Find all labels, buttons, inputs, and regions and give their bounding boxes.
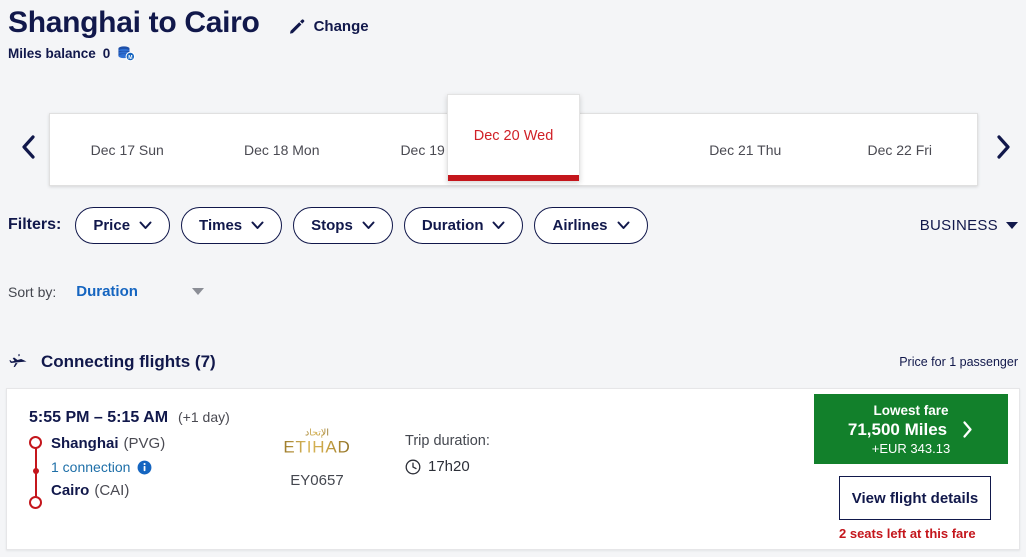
destination-row: Cairo (CAI) (51, 479, 289, 502)
chevron-right-icon (963, 421, 972, 438)
miles-balance-row: Miles balance 0 M (8, 45, 1018, 62)
connection-row: 1 connection (51, 455, 289, 479)
svg-text:M: M (129, 55, 133, 61)
cabin-class-label: BUSINESS (919, 216, 998, 234)
lowest-fare-button[interactable]: Lowest fare 71,500 Miles +EUR 343.13 (814, 394, 1008, 464)
change-label: Change (313, 18, 369, 35)
filter-price-label: Price (93, 216, 131, 234)
date-tab-selected-label: Dec 20 Wed (473, 128, 554, 144)
page-title: Shanghai to Cairo (8, 6, 260, 39)
chevron-down-icon (492, 221, 505, 229)
price-passenger-note: Price for 1 passenger (899, 355, 1018, 369)
filter-duration-button[interactable]: Duration (403, 206, 524, 244)
sort-by-value[interactable]: Duration (76, 283, 138, 300)
filter-price-button[interactable]: Price (75, 206, 171, 244)
filter-times-label: Times (199, 216, 243, 234)
coins-icon: M (118, 46, 136, 62)
fare-miles-row: 71,500 Miles (848, 420, 974, 440)
connection-marker-icon (32, 468, 39, 474)
connecting-flights-header: Connecting flights (7) Price for 1 passe… (8, 352, 1018, 372)
clock-icon (405, 459, 421, 474)
flight-times-row: 5:55 PM – 5:15 AM (+1 day) (29, 409, 289, 427)
filter-airlines-button[interactable]: Airlines (534, 206, 648, 244)
filter-airlines-label: Airlines (552, 216, 608, 234)
date-tab-0[interactable]: Dec 17 Sun (50, 114, 205, 185)
filter-times-button[interactable]: Times (181, 206, 283, 244)
route-row: Shanghai to Cairo Change (8, 6, 1018, 40)
filters-label: Filters: (8, 216, 62, 233)
date-tab-5[interactable]: Dec 22 Fri (823, 114, 978, 185)
chevron-right-icon (997, 135, 1010, 159)
airline-block: الإتحاد ETIHAD EY0657 (257, 424, 377, 489)
destination-marker-icon (29, 496, 42, 509)
miles-balance-label: Miles balance (8, 46, 96, 61)
flight-search-page: Shanghai to Cairo Change Miles balance 0 (0, 0, 1026, 557)
destination-code: (CAI) (94, 482, 130, 499)
chevron-down-icon (617, 221, 630, 229)
change-search-button[interactable]: Change (288, 18, 369, 40)
date-tab-4[interactable]: Dec 21 Thu (668, 114, 823, 185)
date-tab-1[interactable]: Dec 18 Mon (205, 114, 360, 185)
origin-city: Shanghai (51, 435, 119, 452)
etihad-logo-icon: الإتحاد ETIHAD (283, 428, 350, 457)
pencil-icon (289, 19, 304, 34)
trip-duration-label: Trip duration: (405, 433, 490, 449)
selected-tab-underline (448, 175, 579, 181)
itinerary-block: 5:55 PM – 5:15 AM (+1 day) Shanghai (PVG… (29, 409, 289, 509)
origin-code: (PVG) (123, 435, 166, 452)
trip-duration-value-row: 17h20 (405, 458, 490, 475)
next-dates-button[interactable] (988, 132, 1018, 162)
sort-dropdown-triangle-icon[interactable] (191, 288, 204, 295)
miles-balance-value: 0 (102, 46, 111, 61)
sort-by-label: Sort by: (8, 283, 57, 300)
flight-times: 5:55 PM – 5:15 AM (29, 409, 169, 426)
info-icon[interactable] (137, 460, 152, 475)
chevron-down-icon (139, 221, 152, 229)
trip-duration-block: Trip duration: 17h20 (405, 433, 490, 475)
origin-row: Shanghai (PVG) (51, 432, 289, 455)
chevron-left-icon (22, 135, 35, 159)
flight-number: EY0657 (290, 472, 344, 489)
sort-row: Sort by: Duration (8, 283, 204, 300)
connection-count: 1 connection (51, 459, 131, 475)
date-selector-strip: Dec 17 Sun Dec 18 Mon Dec 19 Tue Dec 20 … (0, 94, 1026, 186)
chevron-down-icon (362, 221, 375, 229)
trip-duration-value: 17h20 (428, 458, 470, 475)
page-header: Shanghai to Cairo Change Miles balance 0 (8, 6, 1018, 62)
prev-dates-button[interactable] (13, 132, 43, 162)
flight-result-card[interactable]: 5:55 PM – 5:15 AM (+1 day) Shanghai (PVG… (6, 388, 1020, 550)
triangle-down-icon (1006, 221, 1018, 229)
date-tab-selected[interactable]: Dec 20 Wed (447, 94, 580, 181)
filter-stops-button[interactable]: Stops (293, 206, 393, 244)
cabin-class-selector[interactable]: BUSINESS (920, 217, 1018, 234)
chevron-down-icon (251, 221, 264, 229)
airplane-icon (9, 353, 27, 368)
filter-stops-label: Stops (311, 216, 353, 234)
filters-row: Filters: Price Times Stops Duration Airl… (8, 206, 1018, 244)
svg-text:ETIHAD: ETIHAD (283, 438, 350, 457)
filter-duration-label: Duration (421, 216, 484, 234)
route-legs: Shanghai (PVG) 1 connection Cairo (CAI) (29, 432, 289, 509)
seats-left-notice: 2 seats left at this fare (839, 526, 976, 541)
lowest-fare-title: Lowest fare (873, 402, 949, 418)
view-flight-details-label: View flight details (851, 489, 979, 507)
view-flight-details-button[interactable]: View flight details (839, 476, 991, 520)
connecting-flights-title: Connecting flights (7) (41, 352, 216, 371)
fare-cash-amount: +EUR 343.13 (871, 440, 951, 456)
origin-marker-icon (29, 436, 42, 449)
destination-city: Cairo (51, 482, 90, 499)
plus-day-label: (+1 day) (178, 409, 230, 425)
fare-miles-amount: 71,500 Miles (847, 419, 948, 439)
